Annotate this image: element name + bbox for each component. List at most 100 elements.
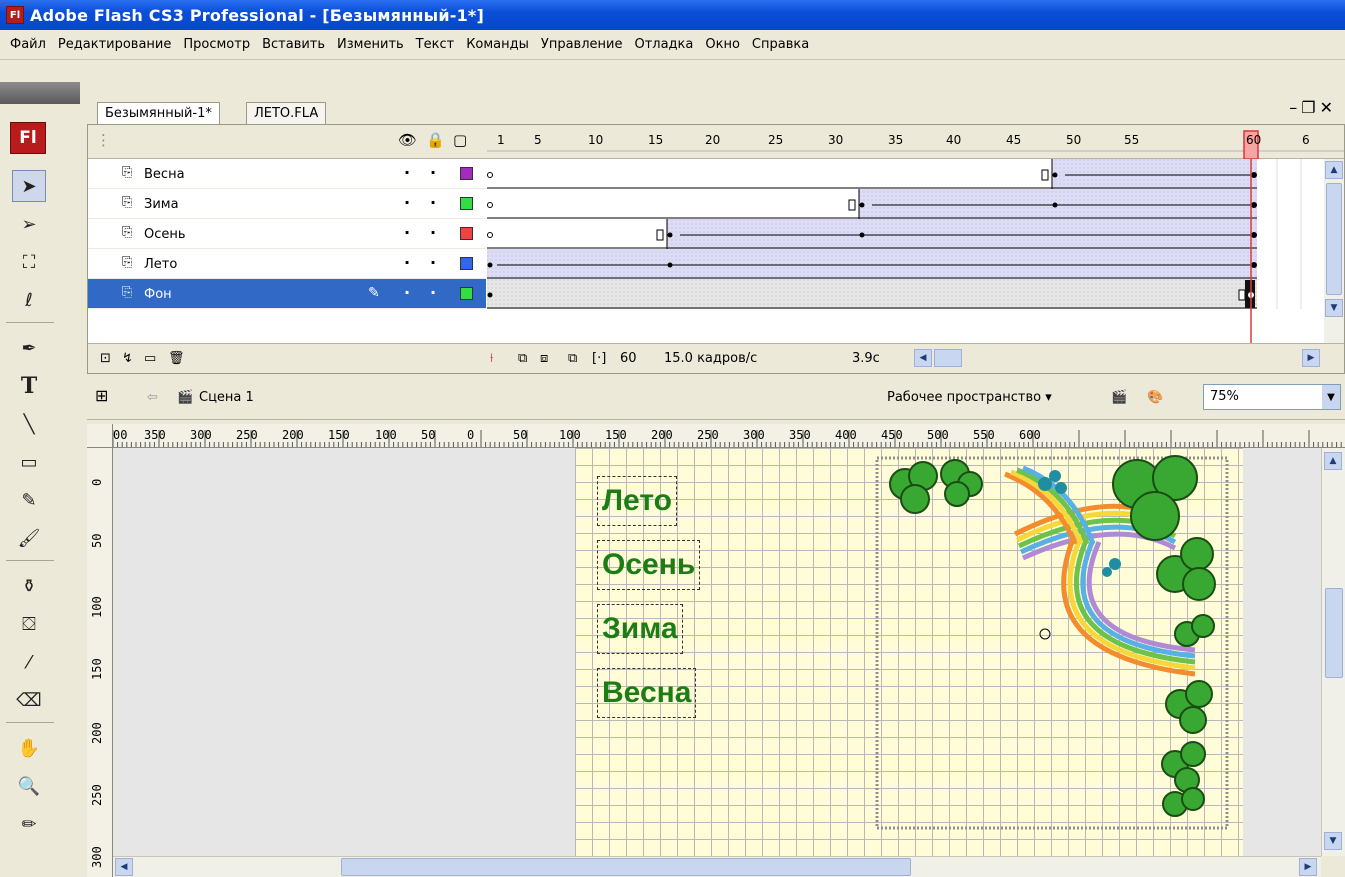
- layer-color-box[interactable]: [460, 227, 473, 240]
- selection-tool-icon[interactable]: ➤: [12, 170, 46, 202]
- back-arrow-icon[interactable]: ⇦: [147, 390, 158, 405]
- visibility-dot[interactable]: ·: [404, 253, 410, 272]
- menu-view[interactable]: Просмотр: [177, 37, 256, 52]
- free-transform-tool-icon[interactable]: ⛶: [12, 246, 46, 278]
- timeline-toggle-icon[interactable]: ⊞: [95, 386, 108, 405]
- clover-rainbow-frame-graphic[interactable]: [875, 454, 1231, 832]
- rectangle-tool-icon[interactable]: ▭: [12, 446, 46, 478]
- pen-tool-icon[interactable]: ✒: [12, 332, 46, 364]
- motion-guide-icon[interactable]: ↯: [122, 351, 133, 366]
- menu-control[interactable]: Управление: [535, 37, 629, 52]
- visibility-dot[interactable]: ·: [404, 193, 410, 212]
- scene-name[interactable]: Сцена 1: [199, 390, 254, 405]
- scroll-up-icon[interactable]: ▲: [1325, 161, 1343, 179]
- menu-insert[interactable]: Вставить: [256, 37, 331, 52]
- zoom-tool-icon[interactable]: 🔍: [12, 770, 46, 802]
- zoom-select[interactable]: 75% ▼: [1203, 384, 1341, 410]
- layer-color-box[interactable]: [460, 257, 473, 270]
- scroll-left-icon[interactable]: ◀: [914, 349, 932, 367]
- tab-untitled-1[interactable]: Безымянный-1*: [97, 102, 220, 124]
- layer-row[interactable]: ⎘ Зима · ·: [88, 189, 486, 219]
- timeline-vscroll[interactable]: ▲ ▼: [1324, 159, 1344, 343]
- visibility-dot[interactable]: ·: [404, 163, 410, 182]
- scroll-down-icon[interactable]: ▼: [1325, 299, 1343, 317]
- layer-row[interactable]: ⎘ Весна · ·: [88, 159, 486, 189]
- layer-color-box[interactable]: [460, 287, 473, 300]
- insert-folder-icon[interactable]: ▭: [144, 351, 156, 366]
- menu-debug[interactable]: Отладка: [628, 37, 699, 52]
- scroll-right-icon[interactable]: ▶: [1302, 349, 1320, 367]
- frame-ruler[interactable]: [487, 125, 1344, 159]
- stage-hscroll[interactable]: ◀ ▶: [113, 856, 1321, 877]
- visibility-dot[interactable]: ·: [404, 283, 410, 302]
- restore-icon[interactable]: ❐: [1301, 98, 1319, 117]
- center-frame-icon[interactable]: ⟊: [490, 351, 493, 366]
- menu-help[interactable]: Справка: [746, 37, 815, 52]
- menu-edit[interactable]: Редактирование: [52, 37, 177, 52]
- menu-text[interactable]: Текст: [410, 37, 461, 52]
- menu-commands[interactable]: Команды: [460, 37, 535, 52]
- lock-dot[interactable]: ·: [430, 193, 436, 212]
- hand-tool-icon[interactable]: ✋: [12, 732, 46, 764]
- close-icon[interactable]: ✕: [1320, 98, 1337, 117]
- word-box-zima[interactable]: Зима: [597, 604, 683, 654]
- delete-layer-icon[interactable]: 🗑: [168, 351, 185, 366]
- modify-onion-markers-icon[interactable]: [·]: [592, 351, 606, 366]
- lock-dot[interactable]: ·: [430, 163, 436, 182]
- outline-box-icon[interactable]: ▢: [453, 131, 467, 149]
- brush-tool-icon[interactable]: 🖌: [12, 522, 46, 554]
- ink-bottle-tool-icon[interactable]: ⚱: [12, 570, 46, 602]
- timeline-scroll-thumb[interactable]: [1326, 183, 1342, 295]
- timeline-frames[interactable]: [487, 159, 1324, 343]
- stage-hscroll-thumb[interactable]: [341, 858, 911, 876]
- stage-vscroll[interactable]: ▲ ▼: [1321, 448, 1345, 856]
- scroll-right-icon[interactable]: ▶: [1299, 858, 1317, 876]
- edit-symbols-icon[interactable]: 🎨: [1147, 390, 1163, 405]
- lock-dot[interactable]: ·: [430, 223, 436, 242]
- menu-file[interactable]: Файл: [4, 37, 52, 52]
- lock-dot[interactable]: ·: [430, 253, 436, 272]
- word-box-osen[interactable]: Осень: [597, 540, 701, 590]
- frame-number: 40: [946, 133, 962, 147]
- word-box-leto[interactable]: Лето: [597, 476, 677, 526]
- eraser-tool-icon[interactable]: ⌫: [12, 684, 46, 716]
- onion-outline-icon[interactable]: ⧈: [540, 351, 548, 366]
- layer-color-box[interactable]: [460, 167, 473, 180]
- visibility-dot[interactable]: ·: [404, 223, 410, 242]
- lock-icon[interactable]: 🔒: [426, 131, 445, 149]
- line-tool-icon[interactable]: ╲: [12, 408, 46, 440]
- scroll-up-icon[interactable]: ▲: [1324, 452, 1342, 470]
- frame-rate[interactable]: 15.0 кадров/с: [664, 351, 757, 366]
- word-box-vesna[interactable]: Весна: [597, 668, 697, 718]
- layer-row-selected[interactable]: ⎘ Фон ✎ · ·: [88, 279, 486, 309]
- menu-window[interactable]: Окно: [699, 37, 746, 52]
- show-hide-eye-icon[interactable]: 👁: [398, 131, 417, 149]
- scroll-left-icon[interactable]: ◀: [115, 858, 133, 876]
- menu-modify[interactable]: Изменить: [331, 37, 410, 52]
- stroke-color-icon[interactable]: ✏: [12, 808, 46, 840]
- tab-leto-fla[interactable]: ЛЕТО.FLA: [246, 102, 327, 124]
- timeline-hscroll-thumb[interactable]: [934, 349, 962, 367]
- subselection-tool-icon[interactable]: ➢: [12, 208, 46, 240]
- timeline-grip-icon: ⋮: [96, 131, 111, 149]
- pencil-tool-icon[interactable]: ✎: [12, 484, 46, 516]
- pasteboard[interactable]: Лето Осень Зима Весна: [113, 448, 1321, 856]
- paint-bucket-tool-icon[interactable]: ⛋: [12, 608, 46, 640]
- insert-layer-icon[interactable]: ⊡: [100, 351, 111, 366]
- layer-row[interactable]: ⎘ Осень · ·: [88, 219, 486, 249]
- workspace-menu[interactable]: Рабочее пространство ▾: [887, 390, 1052, 405]
- eyedropper-tool-icon[interactable]: ⁄: [12, 646, 46, 678]
- lasso-tool-icon[interactable]: ℓ: [12, 284, 46, 316]
- text-tool-icon[interactable]: T: [12, 370, 46, 402]
- lock-dot[interactable]: ·: [430, 283, 436, 302]
- edit-multiple-frames-icon[interactable]: ⧉: [568, 351, 577, 366]
- layer-color-box[interactable]: [460, 197, 473, 210]
- scroll-down-icon[interactable]: ▼: [1324, 832, 1342, 850]
- stage[interactable]: Лето Осень Зима Весна: [575, 448, 1243, 856]
- stage-vscroll-thumb[interactable]: [1325, 588, 1343, 678]
- edit-scene-icon[interactable]: 🎬: [1111, 390, 1127, 405]
- minimize-icon[interactable]: –: [1289, 98, 1301, 117]
- layer-row[interactable]: ⎘ Лето · ·: [88, 249, 486, 279]
- chevron-down-icon[interactable]: ▼: [1322, 385, 1340, 409]
- onion-skin-icon[interactable]: ⧉: [518, 351, 527, 366]
